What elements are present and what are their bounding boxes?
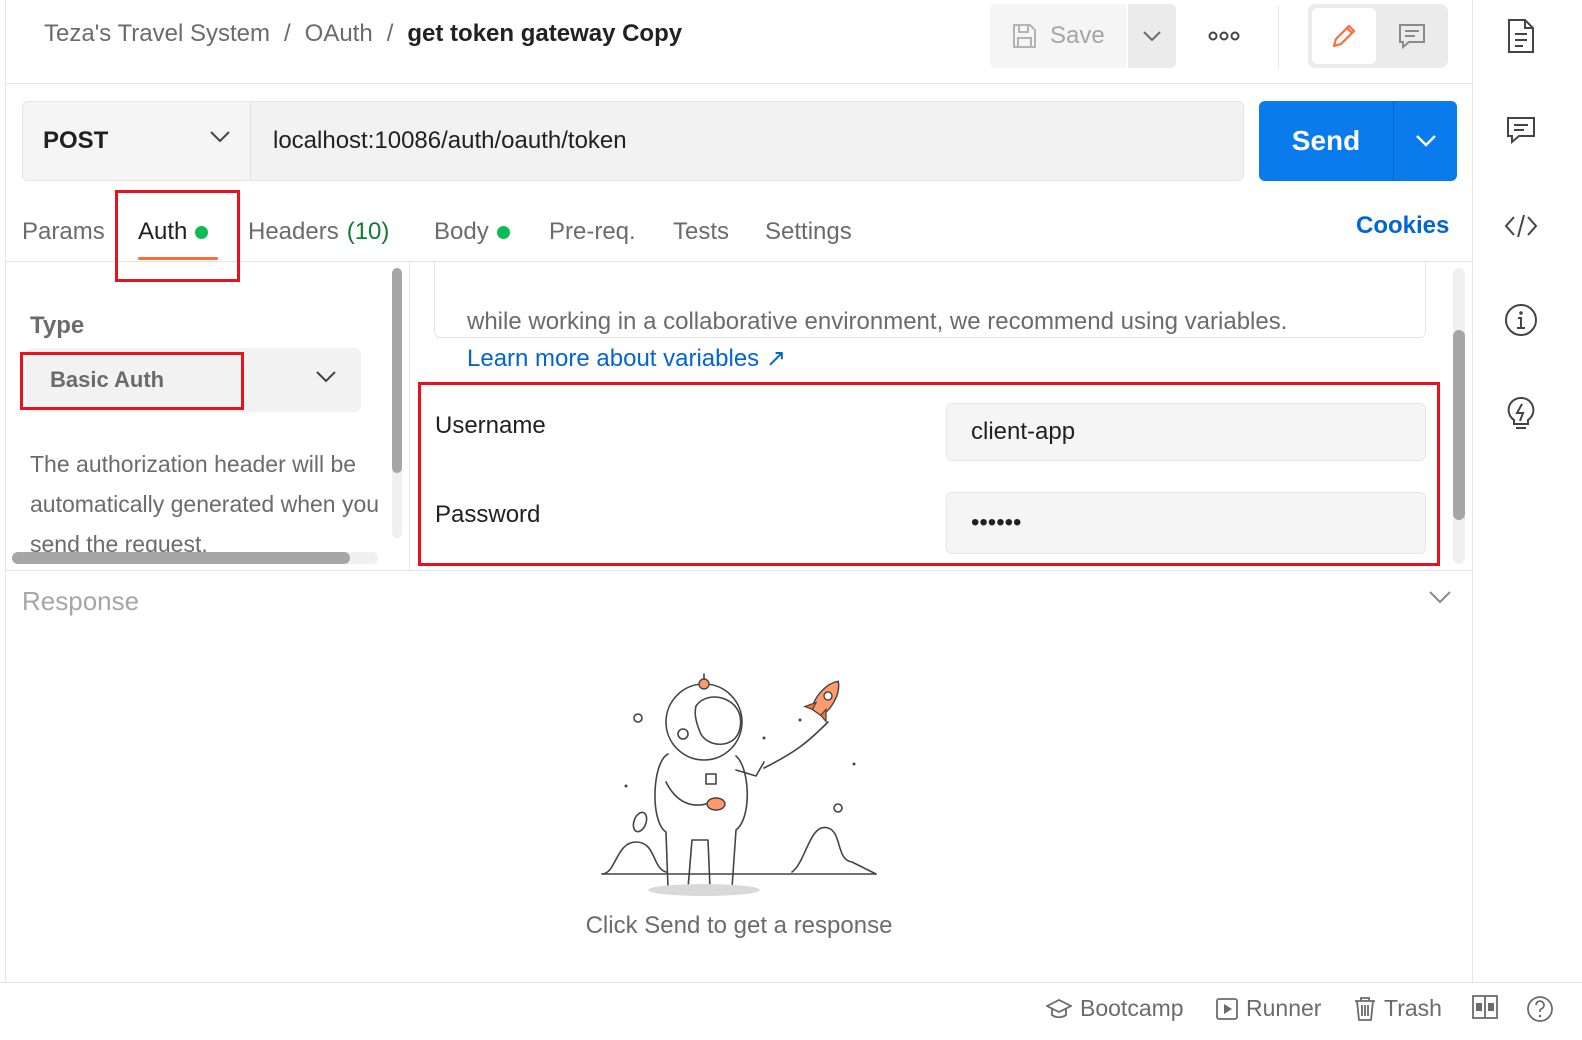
status-bar: Bootcamp Runner Trash [0, 982, 1582, 1040]
tab-tests-label: Tests [673, 218, 730, 245]
chevron-down-icon [316, 371, 336, 383]
tab-headers[interactable]: Headers (10) [248, 208, 434, 256]
tab-tests[interactable]: Tests [673, 208, 765, 256]
auth-type-value: Basic Auth [50, 367, 165, 392]
tab-auth[interactable]: Auth [138, 208, 248, 260]
bootcamp-label: Bootcamp [1080, 995, 1184, 1021]
method-value: POST [43, 127, 109, 154]
headers-count: (10) [346, 218, 390, 245]
tab-params[interactable]: Params [22, 208, 138, 256]
tab-headers-label: Headers [248, 218, 339, 245]
help-icon [1527, 996, 1553, 1022]
username-label: Username [435, 412, 546, 439]
trash-button[interactable]: Trash [1354, 995, 1442, 1022]
save-button[interactable]: Save [990, 4, 1126, 68]
password-label: Password [435, 501, 541, 528]
runner-button[interactable]: Runner [1216, 995, 1321, 1022]
bootcamp-button[interactable]: Bootcamp [1046, 995, 1184, 1022]
breadcrumb-folder[interactable]: OAuth [305, 20, 373, 48]
code-icon[interactable] [1501, 206, 1541, 246]
save-icon [1013, 24, 1036, 48]
two-pane-icon [1472, 995, 1498, 1019]
mode-toggle [1308, 4, 1448, 68]
chevron-down-icon [1143, 31, 1161, 42]
breadcrumb-separator: / [386, 20, 394, 47]
send-button[interactable]: Send [1259, 101, 1393, 181]
chevron-down-icon [1429, 591, 1451, 604]
cookies-link[interactable]: Cookies [1356, 212, 1449, 240]
info-icon[interactable] [1501, 300, 1541, 340]
tab-params-label: Params [22, 218, 105, 245]
request-tabs: Params Auth Headers (10) Body Pre-req. T… [22, 208, 875, 260]
scrollbar-thumb[interactable] [12, 552, 350, 564]
trash-icon [1355, 996, 1375, 1021]
tab-prereq-label: Pre-req. [549, 218, 636, 245]
url-input[interactable]: localhost:10086/auth/oauth/token [250, 101, 1244, 181]
response-empty-message: Click Send to get a response [585, 912, 893, 939]
variables-info-text: while working in a collaborative environ… [467, 308, 1288, 335]
active-tab-indicator [138, 257, 218, 260]
documentation-icon[interactable] [1501, 16, 1541, 56]
tab-settings-label: Settings [765, 218, 852, 245]
header-divider [1278, 6, 1279, 68]
postman-app: Teza's Travel System / OAuth / get token… [0, 0, 1582, 1040]
url-value: localhost:10086/auth/oauth/token [273, 127, 627, 154]
help-button[interactable] [1526, 995, 1554, 1023]
auth-type-select[interactable]: Basic Auth [26, 348, 361, 412]
save-label: Save [1050, 22, 1105, 49]
auth-description: The authorization header will be automat… [30, 451, 380, 557]
request-header: Teza's Travel System / OAuth / get token… [6, 0, 1484, 84]
tab-auth-label: Auth [138, 218, 188, 245]
trash-label: Trash [1384, 995, 1442, 1021]
save-options-button[interactable] [1128, 4, 1176, 68]
auth-type-label: Type [30, 312, 85, 339]
play-icon [1216, 997, 1238, 1020]
comment-mode-button[interactable] [1380, 8, 1444, 64]
comments-icon[interactable] [1501, 110, 1541, 150]
left-vertical-scrollbar[interactable] [392, 268, 402, 538]
left-horizontal-scrollbar[interactable] [12, 552, 378, 564]
breadcrumb-workspace[interactable]: Teza's Travel System [44, 20, 270, 48]
learn-variables-link[interactable]: Learn more about variables ↗ [467, 344, 786, 373]
scrollbar-thumb[interactable] [392, 268, 402, 473]
chevron-down-icon [210, 131, 230, 143]
method-select[interactable]: POST [22, 101, 252, 181]
breadcrumb: Teza's Travel System / OAuth / get token… [44, 20, 682, 48]
password-value: •••••• [971, 509, 1022, 536]
password-field[interactable]: •••••• [946, 492, 1426, 554]
pencil-icon [1332, 24, 1356, 48]
graduation-cap-icon [1046, 998, 1072, 1018]
response-divider [6, 570, 1472, 571]
comment-icon [1399, 24, 1425, 50]
send-options-button[interactable] [1393, 101, 1457, 181]
tab-body[interactable]: Body [434, 208, 549, 256]
ellipsis-icon [1208, 31, 1240, 41]
auth-type-panel: Type Basic Auth The authorization header… [6, 262, 410, 570]
tab-settings[interactable]: Settings [765, 208, 875, 256]
lightbulb-icon[interactable] [1501, 394, 1541, 434]
body-active-dot [496, 225, 510, 239]
scrollbar-thumb[interactable] [1453, 330, 1465, 520]
response-title: Response [22, 586, 140, 616]
auth-fields-panel: while working in a collaborative environ… [411, 262, 1472, 570]
breadcrumb-separator: / [283, 20, 291, 47]
request-name[interactable]: get token gateway Copy [407, 20, 682, 48]
runner-label: Runner [1246, 995, 1322, 1021]
tab-body-label: Body [434, 218, 489, 245]
send-button-group: Send [1259, 101, 1457, 181]
right-context-bar [1472, 0, 1582, 982]
collapse-response-button[interactable] [1428, 590, 1452, 609]
edit-mode-button[interactable] [1312, 8, 1376, 64]
username-value: client-app [971, 418, 1076, 445]
more-actions-button[interactable] [1202, 18, 1246, 54]
astronaut-illustration [601, 673, 877, 896]
auth-active-dot [195, 225, 209, 239]
tab-prereq[interactable]: Pre-req. [549, 208, 673, 256]
save-group: Save [990, 4, 1176, 68]
right-vertical-scrollbar[interactable] [1453, 268, 1465, 564]
username-field[interactable]: client-app [946, 403, 1426, 461]
chevron-down-icon [1415, 135, 1436, 147]
layout-toggle-button[interactable] [1472, 995, 1498, 1019]
